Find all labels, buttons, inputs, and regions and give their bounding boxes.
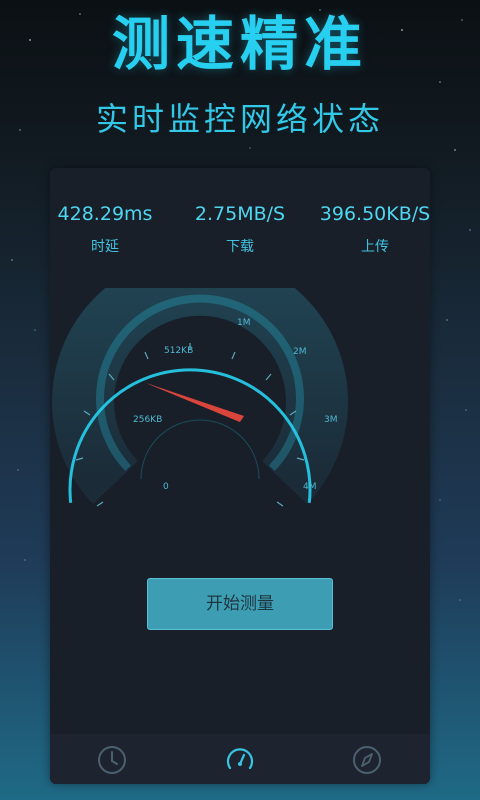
scale-label-2m: 2M <box>293 347 307 357</box>
download-stat: 2.75MB/S 下载 <box>170 200 310 256</box>
gauge-hub <box>110 426 290 508</box>
upload-value: 396.50KB/S <box>319 203 430 225</box>
speedtest-card: 428.29ms 时延 2.75MB/S 下载 396.50KB/S 上传 0 … <box>50 168 430 784</box>
clock-icon[interactable] <box>96 744 128 776</box>
speed-gauge: 0 256KB 512KB 1M 2M 3M 4M <box>52 288 348 508</box>
scale-label-4m: 4M <box>303 482 317 492</box>
headline: 测速精准 <box>111 10 368 78</box>
compass-icon[interactable] <box>351 744 383 776</box>
scale-label-256kb: 256KB <box>133 415 162 425</box>
scale-label-3m: 3M <box>324 415 338 425</box>
bottom-tab-bar <box>50 734 430 784</box>
start-measure-button[interactable]: 开始测量 <box>147 578 333 630</box>
upload-label: 上传 <box>361 239 389 255</box>
upload-stat: 396.50KB/S 上传 <box>305 200 430 256</box>
subheadline: 实时监控网络状态 <box>95 100 384 138</box>
speedometer-icon[interactable] <box>224 744 256 776</box>
download-label: 下载 <box>226 239 254 255</box>
latency-value: 428.29ms <box>57 203 153 225</box>
download-value: 2.75MB/S <box>194 203 286 225</box>
scale-label-0: 0 <box>163 482 169 492</box>
stats-row: 428.29ms 时延 2.75MB/S 下载 396.50KB/S 上传 <box>50 168 430 278</box>
scale-label-1m: 1M <box>237 318 251 328</box>
latency-label: 时延 <box>91 239 119 255</box>
scale-label-512kb: 512KB <box>164 346 193 356</box>
latency-stat: 428.29ms 时延 <box>50 200 175 256</box>
